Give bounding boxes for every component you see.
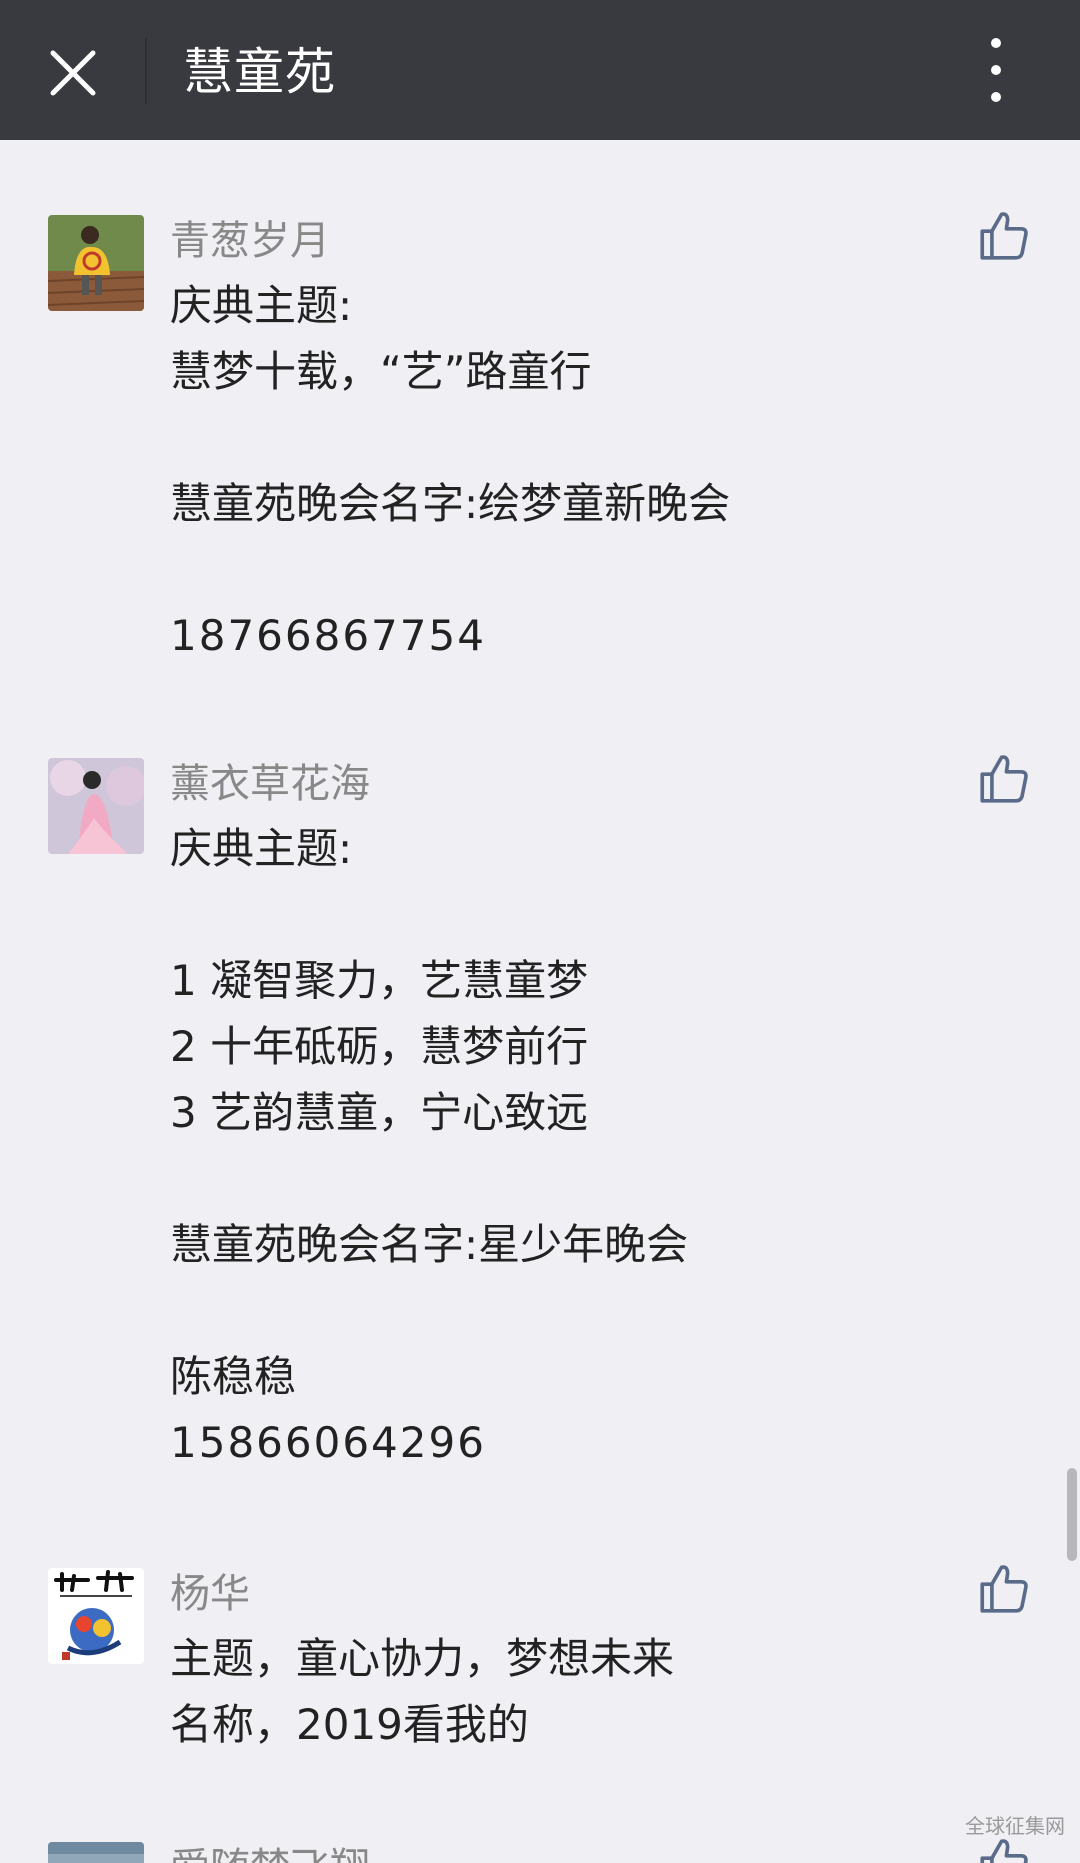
close-button[interactable] bbox=[30, 30, 116, 116]
close-icon bbox=[50, 50, 96, 96]
avatar-image bbox=[48, 215, 144, 311]
comment-text: 庆典主题: 1 凝智聚力，艺慧童梦 2 十年砥砺，慧梦前行 3 艺韵慧童，宁心致… bbox=[170, 816, 1000, 1476]
more-dot bbox=[991, 65, 1001, 75]
comment-line bbox=[170, 537, 1000, 603]
watermark: 全球征集网 bbox=[965, 1814, 1065, 1838]
avatar-image bbox=[48, 1842, 144, 1863]
comment-line: 庆典主题: bbox=[170, 824, 353, 873]
avatar-image bbox=[48, 1568, 144, 1664]
like-button[interactable] bbox=[975, 207, 1033, 265]
comment-line: 2 十年砥砺，慧梦前行 bbox=[170, 1022, 589, 1071]
comment-line: 18766867754 bbox=[170, 611, 486, 660]
nickname: 杨华 bbox=[170, 1571, 250, 1617]
top-bar: 慧童苑 bbox=[0, 0, 1080, 140]
nickname: 爱随梦飞翔 bbox=[170, 1842, 370, 1863]
comment-line bbox=[170, 1146, 1000, 1212]
comment-line: 慧童苑晚会名字:星少年晚会 bbox=[170, 1220, 689, 1269]
avatar[interactable] bbox=[48, 1568, 144, 1664]
page-title: 慧童苑 bbox=[183, 43, 336, 101]
nickname: 薰衣草花海 bbox=[170, 761, 370, 807]
avatar[interactable] bbox=[48, 215, 144, 311]
comment-line bbox=[170, 882, 1000, 948]
avatar-image bbox=[48, 758, 144, 854]
comment-line: 慧童苑晚会名字:绘梦童新晚会 bbox=[170, 479, 731, 528]
more-dot bbox=[991, 92, 1001, 102]
avatar[interactable] bbox=[48, 758, 144, 854]
thumbs-up-icon bbox=[980, 1565, 1028, 1613]
comments-page: 慧童苑 青葱岁月 庆典主题: 慧梦十载，“艺”路童行 慧童苑晚会名字:绘梦童新晚… bbox=[0, 0, 1080, 1863]
nickname: 青葱岁月 bbox=[170, 218, 330, 264]
scrollbar[interactable] bbox=[1067, 1468, 1077, 1561]
comment-line: 1 凝智聚力，艺慧童梦 bbox=[170, 956, 589, 1005]
comment-line bbox=[170, 1278, 1000, 1344]
comment-text: 庆典主题: 慧梦十载，“艺”路童行 慧童苑晚会名字:绘梦童新晚会 1876686… bbox=[170, 273, 1000, 669]
thumbs-up-icon bbox=[980, 212, 1028, 260]
comment-line bbox=[170, 405, 1000, 471]
more-vertical-icon bbox=[991, 38, 1001, 48]
comment-line: 主题，童心协力，梦想未来 bbox=[170, 1634, 675, 1683]
comment-line: 庆典主题: bbox=[170, 281, 353, 330]
comment-line: 慧梦十载，“艺”路童行 bbox=[170, 347, 592, 396]
thumbs-up-icon bbox=[980, 755, 1028, 803]
comment-line: 15866064296 bbox=[170, 1418, 486, 1467]
comment-text: 主题，童心协力，梦想未来 名称，2019看我的 bbox=[170, 1626, 1000, 1758]
comment-line: 名称，2019看我的 bbox=[170, 1700, 529, 1749]
more-menu-button[interactable] bbox=[970, 30, 1022, 110]
like-button[interactable] bbox=[975, 1560, 1033, 1618]
header-divider bbox=[145, 38, 147, 104]
like-button[interactable] bbox=[975, 750, 1033, 808]
comment-line: 陈稳稳 bbox=[170, 1352, 297, 1401]
avatar[interactable] bbox=[48, 1842, 144, 1863]
comment-line: 3 艺韵慧童，宁心致远 bbox=[170, 1088, 589, 1137]
